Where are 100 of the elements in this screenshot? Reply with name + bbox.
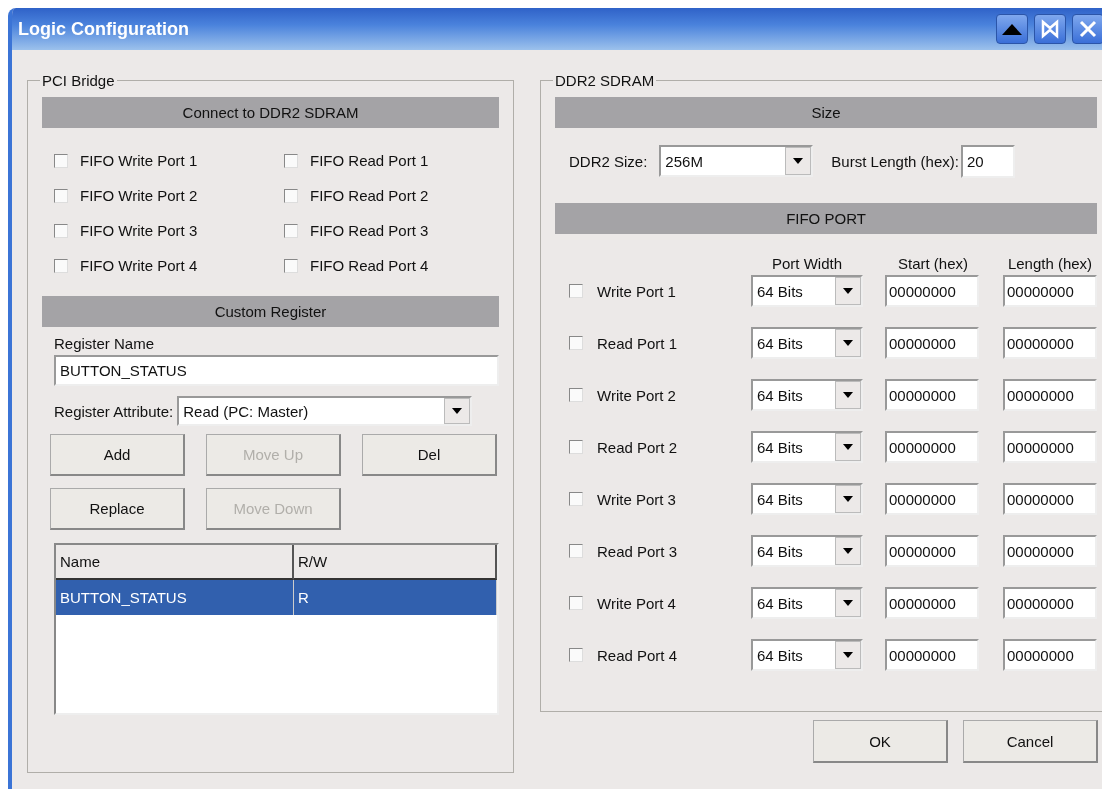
caret-icon [843, 392, 853, 398]
action-button[interactable]: Del [362, 434, 497, 476]
ddr2-size-dropdown[interactable]: 256M [659, 145, 814, 177]
port-width-dropdown[interactable]: 64 Bits [751, 379, 863, 411]
port-width-dropdown[interactable]: 64 Bits [751, 275, 863, 307]
field-label: Burst Length (hex): [831, 152, 959, 170]
start-field[interactable]: 00000000 [885, 379, 979, 411]
checkbox-label: FIFO Read Port 3 [310, 222, 429, 239]
start-field[interactable]: 00000000 [885, 639, 979, 671]
field-label: Register Attribute: [54, 402, 174, 420]
length-field[interactable]: 00000000 [1003, 379, 1097, 411]
start-field[interactable]: 00000000 [885, 587, 979, 619]
register-attribute-dropdown[interactable]: Read (PC: Master) [177, 396, 473, 426]
caret-icon [452, 408, 463, 414]
checkbox-label: Write Port 3 [597, 490, 676, 508]
column-header[interactable]: R/W [294, 545, 497, 580]
dialog-button[interactable]: Cancel [963, 720, 1098, 763]
section-header: Connect to DDR2 SDRAM [42, 97, 499, 128]
column-header: Port Width [771, 255, 843, 272]
checkbox-label: FIFO Write Port 2 [80, 187, 198, 204]
checkbox[interactable] [569, 544, 583, 558]
close-button[interactable] [1072, 14, 1102, 44]
collapse-button[interactable] [996, 14, 1028, 44]
start-field[interactable]: 00000000 [885, 483, 979, 515]
field-label: DDR2 Size: [569, 152, 648, 170]
checkbox-label: Read Port 1 [597, 334, 678, 352]
dialog-button[interactable]: OK [813, 720, 948, 763]
length-field[interactable]: 00000000 [1003, 535, 1097, 567]
checkbox[interactable] [54, 223, 68, 238]
start-field[interactable]: 00000000 [885, 431, 979, 463]
port-width-dropdown[interactable]: 64 Bits [751, 587, 863, 619]
caret-icon [843, 288, 853, 294]
length-field[interactable]: 00000000 [1003, 327, 1097, 359]
port-width-dropdown[interactable]: 64 Bits [751, 535, 863, 567]
caret-icon [843, 340, 853, 346]
bowtie-icon [1040, 19, 1060, 39]
checkbox[interactable] [284, 153, 298, 168]
checkbox[interactable] [569, 336, 583, 350]
length-field[interactable]: 00000000 [1003, 639, 1097, 671]
action-button[interactable]: Add [50, 434, 185, 476]
checkbox-label: FIFO Read Port 1 [310, 152, 429, 169]
start-field[interactable]: 00000000 [885, 327, 979, 359]
caret-icon [843, 652, 853, 658]
checkbox[interactable] [284, 258, 298, 273]
section-header: Custom Register [42, 296, 499, 327]
caret-icon [843, 496, 853, 502]
checkbox-label: Read Port 4 [597, 646, 678, 664]
section-header: FIFO PORT [555, 203, 1097, 234]
checkbox-label: Read Port 3 [597, 542, 678, 560]
checkbox[interactable] [569, 284, 583, 298]
port-width-dropdown[interactable]: 64 Bits [751, 431, 863, 463]
triangle-icon [1001, 22, 1023, 36]
checkbox-label: Write Port 4 [597, 594, 676, 612]
register-name-field[interactable]: BUTTON_STATUS [54, 355, 499, 386]
group-title: PCI Bridge [41, 72, 116, 89]
checkbox[interactable] [569, 440, 583, 454]
port-width-dropdown[interactable]: 64 Bits [751, 327, 863, 359]
checkbox[interactable] [284, 188, 298, 203]
start-field[interactable]: 00000000 [885, 535, 979, 567]
port-width-dropdown[interactable]: 64 Bits [751, 639, 863, 671]
length-field[interactable]: 00000000 [1003, 483, 1097, 515]
start-field[interactable]: 00000000 [885, 275, 979, 307]
checkbox-label: FIFO Read Port 4 [310, 257, 429, 274]
column-header: Start (hex) [897, 255, 969, 272]
table-cell: R [294, 580, 497, 615]
checkbox-label: Write Port 1 [597, 282, 676, 300]
column-header: Length (hex) [1006, 255, 1094, 272]
checkbox-label: FIFO Write Port 3 [80, 222, 198, 239]
length-field[interactable]: 00000000 [1003, 275, 1097, 307]
caret-icon [843, 600, 853, 606]
checkbox[interactable] [569, 492, 583, 506]
checkbox-label: Write Port 2 [597, 386, 676, 404]
table-row[interactable]: BUTTON_STATUS R [56, 580, 497, 615]
section-header: Size [555, 97, 1097, 128]
field-label: Register Name [54, 335, 156, 352]
table-cell: BUTTON_STATUS [56, 580, 294, 615]
group-title: DDR2 SDRAM [554, 72, 656, 89]
checkbox[interactable] [569, 648, 583, 662]
checkbox[interactable] [569, 596, 583, 610]
caret-icon [843, 548, 853, 554]
checkbox[interactable] [284, 223, 298, 238]
checkbox[interactable] [569, 388, 583, 402]
action-button[interactable]: Replace [50, 488, 185, 530]
burst-length-field[interactable]: 20 [960, 144, 1015, 178]
caret-icon [843, 444, 853, 450]
restore-button[interactable] [1034, 14, 1066, 44]
close-icon [1078, 19, 1098, 39]
checkbox[interactable] [54, 153, 68, 168]
checkbox-label: FIFO Read Port 2 [310, 187, 429, 204]
window-title: Logic Configuration [18, 18, 189, 40]
checkbox[interactable] [54, 258, 68, 273]
length-field[interactable]: 00000000 [1003, 431, 1097, 463]
port-width-dropdown[interactable]: 64 Bits [751, 483, 863, 515]
checkbox[interactable] [54, 188, 68, 203]
checkbox-label: FIFO Write Port 4 [80, 257, 198, 274]
checkbox-label: Read Port 2 [597, 438, 678, 456]
caret-icon [793, 158, 804, 164]
length-field[interactable]: 00000000 [1003, 587, 1097, 619]
checkbox-label: FIFO Write Port 1 [80, 152, 198, 169]
column-header[interactable]: Name [56, 545, 294, 580]
